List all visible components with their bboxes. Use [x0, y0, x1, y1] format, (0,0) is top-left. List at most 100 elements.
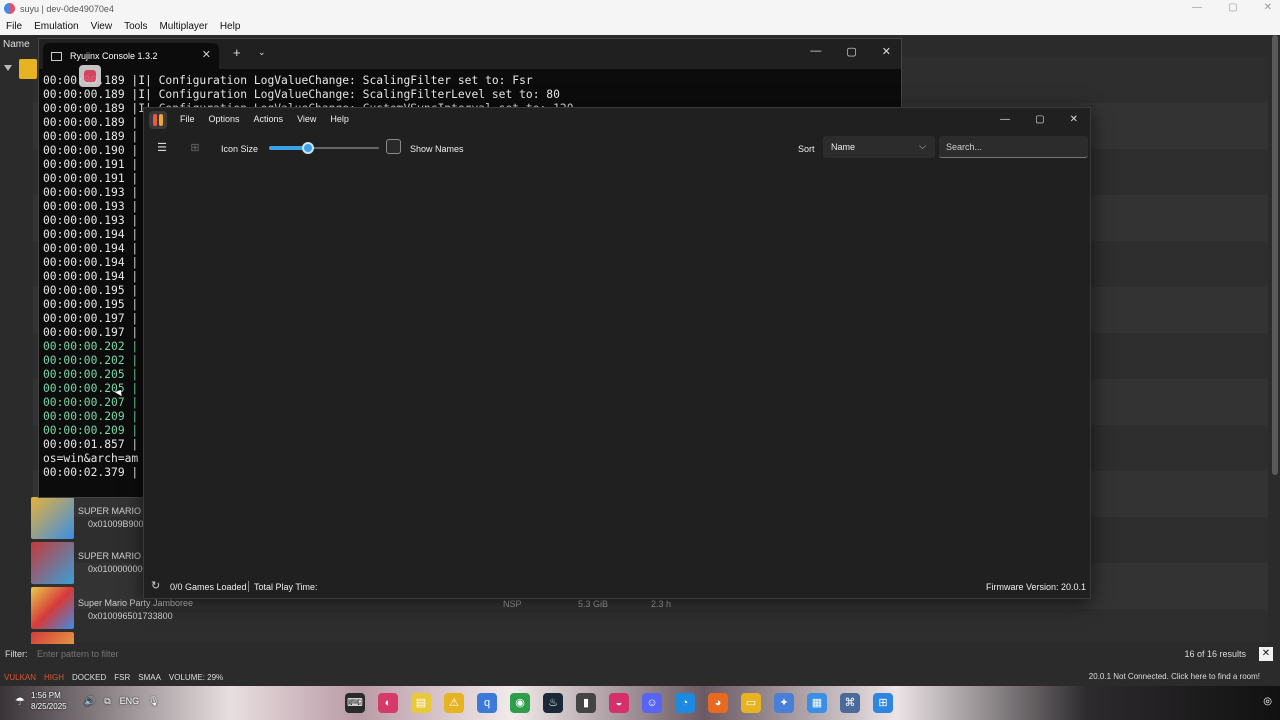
qbittorrent-icon[interactable]: q — [477, 693, 497, 713]
menu-multiplayer[interactable]: Multiplayer — [159, 21, 207, 32]
status-volume[interactable]: VOLUME: 29% — [169, 673, 223, 682]
edge-icon[interactable]: ◔ — [675, 693, 695, 713]
menu-help[interactable]: Help — [220, 21, 241, 32]
close-icon[interactable]: ✕ — [882, 45, 891, 58]
maximize-icon[interactable]: ▢ — [1035, 114, 1044, 125]
new-tab-button[interactable]: + — [233, 45, 241, 60]
minimize-icon[interactable]: — — [1000, 114, 1010, 125]
system-clock[interactable]: 1:56 PM 8/25/2025 — [31, 690, 67, 712]
copilot-icon[interactable]: ✦ — [774, 693, 794, 713]
multiplayer-status[interactable]: 20.0.1 Not Connected. Click here to find… — [1089, 672, 1260, 681]
volume-icon[interactable]: 🔊 — [84, 696, 95, 707]
status-dock-mode[interactable]: DOCKED — [72, 673, 106, 682]
console-tabbar: Ryujinx Console 1.3.2 ✕ + ⌄ — ▢ ✕ — [39, 39, 901, 69]
filter-result-count: 16 of 16 results — [1184, 649, 1246, 659]
terminal-icon — [51, 51, 62, 61]
terminal-icon[interactable]: ⌨ — [345, 693, 365, 713]
menu-actions[interactable]: Actions — [254, 114, 284, 124]
game-thumbnail — [31, 587, 74, 629]
games-loaded-count: 0/0 Games Loaded — [170, 582, 247, 592]
status-scaling-filter[interactable]: FSR — [114, 673, 130, 682]
console-tab[interactable]: Ryujinx Console 1.3.2 ✕ — [43, 43, 219, 69]
steam-icon[interactable]: ♨ — [543, 693, 563, 713]
filter-label: Filter: — [5, 649, 28, 659]
search-input[interactable] — [939, 136, 1088, 158]
game-name: SUPER MARIO O — [78, 551, 151, 561]
game-format: NSP — [503, 599, 522, 609]
menu-tools[interactable]: Tools — [124, 21, 147, 32]
icon-size-label: Icon Size — [221, 144, 259, 154]
column-header-name[interactable]: Name — [3, 39, 30, 50]
suyu-icon[interactable]: ◐ — [378, 693, 398, 713]
minimize-icon[interactable]: — — [1192, 2, 1202, 13]
game-name: Super Mario Party Jamboree — [78, 598, 194, 608]
sort-value: Name — [831, 142, 856, 152]
display-icon[interactable]: ⧉ — [104, 696, 110, 707]
filter-bar: Filter: 16 of 16 results ✕ — [0, 645, 1280, 663]
menu-options[interactable]: Options — [209, 114, 240, 124]
store-icon[interactable]: ▦ — [807, 693, 827, 713]
discord-icon[interactable]: ☺ — [642, 693, 662, 713]
sort-dropdown[interactable]: Name ⌵ — [823, 136, 935, 158]
game-id: 0x010096501733800 — [88, 611, 173, 621]
start-icon[interactable]: ⊞ — [873, 693, 893, 713]
console-line: 00:00:00.189 |I| Configuration LogValueC… — [43, 88, 560, 101]
firefox-icon[interactable]: ◕ — [708, 693, 728, 713]
maximize-icon[interactable]: ▢ — [1228, 2, 1237, 13]
suyu-statusbar: VULKAN HIGH DOCKED FSR SMAA VOLUME: 29% … — [0, 669, 1280, 686]
taskbar-apps: ⌨ ◐ ▤ ⚠ q ◉ ♨ ▮ ◒ ☺ ◔ ◕ ▭ ✦ ▦ ⌘ ⊞ — [345, 693, 893, 713]
maximize-icon[interactable]: ▢ — [846, 45, 856, 58]
ryujinx-window: File Options Actions View Help — ▢ ✕ ☰ ⊞… — [143, 107, 1091, 599]
widgets-icon[interactable]: ☂ — [15, 695, 25, 708]
scrollbar[interactable] — [1272, 35, 1278, 475]
clear-filter-button[interactable]: ✕ — [1259, 647, 1273, 661]
ryujinx-titlebar: File Options Actions View Help — ▢ ✕ — [144, 108, 1090, 133]
chrome-icon[interactable]: ◉ — [510, 693, 530, 713]
minimize-icon[interactable]: — — [810, 45, 821, 58]
sort-label: Sort — [798, 144, 815, 154]
menu-help[interactable]: Help — [330, 114, 349, 124]
console-line: 00:00:00.189 |I| Configuration LogValueC… — [43, 74, 533, 87]
close-tab-icon[interactable]: ✕ — [202, 48, 211, 61]
table-row[interactable] — [31, 632, 1271, 644]
notification-icon[interactable]: ◎ — [1263, 696, 1272, 707]
game-play-time: 2.3 h — [651, 599, 672, 609]
menu-file[interactable]: File — [6, 21, 22, 32]
explorer-icon[interactable]: ▭ — [741, 693, 761, 713]
total-play-time: Total Play Time: — [254, 582, 318, 592]
system-tray: 🔊 ⧉ ENG 🎙 — [84, 696, 160, 707]
menu-view[interactable]: View — [91, 21, 113, 32]
language-indicator[interactable]: ENG — [120, 696, 140, 707]
drag-app-icon — [79, 65, 101, 87]
network-icon[interactable]: ⌘ — [840, 693, 860, 713]
show-names-checkbox[interactable] — [386, 139, 401, 154]
status-gpu-accuracy[interactable]: HIGH — [44, 673, 64, 682]
warning-icon[interactable]: ⚠ — [444, 693, 464, 713]
menu-view[interactable]: View — [297, 114, 316, 124]
list-view-icon[interactable]: ☰ — [151, 139, 173, 157]
game-thumbnail — [31, 542, 74, 584]
folder-icon — [19, 59, 37, 79]
tab-dropdown-icon[interactable]: ⌄ — [258, 47, 266, 58]
expand-arrow-icon[interactable] — [4, 65, 12, 71]
rpcs-icon[interactable]: ◒ — [609, 693, 629, 713]
filter-input[interactable] — [33, 646, 1183, 662]
menu-emulation[interactable]: Emulation — [34, 21, 78, 32]
firmware-version: Firmware Version: 20.0.1 — [985, 582, 1086, 592]
game-thumbnail — [31, 497, 74, 539]
game-size: 5.3 GiB — [578, 599, 609, 609]
icon-size-slider[interactable] — [269, 142, 379, 154]
game-library-area — [146, 163, 1088, 573]
microphone-icon[interactable]: 🎙 — [148, 696, 159, 707]
clock-time: 1:56 PM — [31, 691, 61, 700]
menu-file[interactable]: File — [180, 114, 195, 124]
grid-view-icon[interactable]: ⊞ — [184, 139, 206, 157]
status-anti-aliasing[interactable]: SMAA — [138, 673, 161, 682]
close-icon[interactable]: ✕ — [1264, 2, 1272, 13]
close-icon[interactable]: ✕ — [1070, 114, 1078, 125]
ryujinx-icon[interactable]: ▮ — [576, 693, 596, 713]
notes-icon[interactable]: ▤ — [411, 693, 431, 713]
status-graphics-api[interactable]: VULKAN — [4, 673, 36, 682]
refresh-icon[interactable]: ↻ — [151, 579, 160, 592]
slider-thumb[interactable] — [301, 142, 314, 154]
